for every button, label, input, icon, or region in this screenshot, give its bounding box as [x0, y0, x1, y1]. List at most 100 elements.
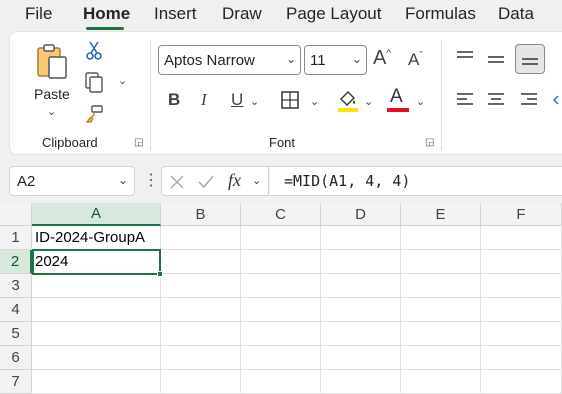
cut-button[interactable]: [82, 38, 106, 62]
column-header-f[interactable]: F: [481, 203, 562, 226]
fill-handle[interactable]: [157, 271, 163, 277]
cell-b3[interactable]: [161, 274, 241, 298]
row-header-6[interactable]: 6: [0, 346, 32, 370]
font-size-combo[interactable]: 11 ⌄: [304, 45, 367, 75]
fill-color-chevron-icon[interactable]: ⌄: [364, 95, 373, 108]
cell-a4[interactable]: [32, 298, 161, 322]
increase-font-size-icon[interactable]: A^: [373, 47, 391, 70]
font-launcher-icon[interactable]: ◲: [425, 137, 434, 148]
row-header-3[interactable]: 3: [0, 274, 32, 298]
font-color-chevron-icon[interactable]: ⌄: [416, 95, 425, 108]
paste-button[interactable]: [32, 42, 72, 82]
cell-f7[interactable]: [481, 370, 562, 394]
cell-d3[interactable]: [321, 274, 401, 298]
cell-b5[interactable]: [161, 322, 241, 346]
cell-b4[interactable]: [161, 298, 241, 322]
name-box[interactable]: A2 ⌄: [9, 166, 135, 196]
cell-b1[interactable]: [161, 226, 241, 250]
cell-d4[interactable]: [321, 298, 401, 322]
cell-b2[interactable]: [161, 250, 241, 274]
cell-a7[interactable]: [32, 370, 161, 394]
row-header-2[interactable]: 2: [0, 250, 32, 274]
column-header-a[interactable]: A: [32, 203, 161, 226]
column-header-d[interactable]: D: [321, 203, 401, 226]
insert-function-button[interactable]: fx: [228, 170, 241, 191]
cell-f4[interactable]: [481, 298, 562, 322]
cell-f3[interactable]: [481, 274, 562, 298]
cell-c4[interactable]: [241, 298, 321, 322]
paste-label[interactable]: Paste: [34, 86, 70, 102]
align-left-button[interactable]: [453, 88, 477, 112]
cell-e1[interactable]: [401, 226, 481, 250]
cell-d5[interactable]: [321, 322, 401, 346]
cell-b6[interactable]: [161, 346, 241, 370]
cell-f6[interactable]: [481, 346, 562, 370]
cell-f1[interactable]: [481, 226, 562, 250]
fill-color-button[interactable]: [335, 86, 361, 114]
select-all-corner[interactable]: [0, 203, 32, 226]
tab-insert[interactable]: Insert: [154, 4, 197, 24]
font-size-chevron-icon[interactable]: ⌄: [352, 52, 362, 66]
align-right-button[interactable]: [517, 88, 541, 112]
fx-chevron-icon[interactable]: ⌄: [252, 174, 261, 187]
cell-c6[interactable]: [241, 346, 321, 370]
name-box-chevron-icon[interactable]: ⌄: [118, 173, 128, 187]
cell-e4[interactable]: [401, 298, 481, 322]
cell-d1[interactable]: [321, 226, 401, 250]
cell-d6[interactable]: [321, 346, 401, 370]
cell-a3[interactable]: [32, 274, 161, 298]
cell-e7[interactable]: [401, 370, 481, 394]
more-options-icon[interactable]: ⋮: [143, 170, 159, 190]
cell-a5[interactable]: [32, 322, 161, 346]
decrease-indent-button[interactable]: [550, 88, 562, 112]
decrease-font-size-icon[interactable]: Aˇ: [408, 50, 423, 70]
bold-button[interactable]: B: [168, 90, 180, 110]
copy-dropdown-chevron-icon[interactable]: ⌄: [118, 74, 127, 87]
cancel-entry-icon[interactable]: [169, 174, 185, 190]
clipboard-launcher-icon[interactable]: ◲: [134, 137, 143, 148]
tab-file[interactable]: File: [25, 4, 52, 24]
cell-b7[interactable]: [161, 370, 241, 394]
cell-f2[interactable]: [481, 250, 562, 274]
cell-c5[interactable]: [241, 322, 321, 346]
font-name-chevron-icon[interactable]: ⌄: [286, 52, 296, 66]
cell-e5[interactable]: [401, 322, 481, 346]
underline-chevron-icon[interactable]: ⌄: [250, 95, 259, 108]
font-color-button[interactable]: A: [386, 86, 410, 114]
column-header-b[interactable]: B: [161, 203, 241, 226]
cell-d2[interactable]: [321, 250, 401, 274]
italic-button[interactable]: I: [201, 90, 207, 110]
borders-button[interactable]: [278, 88, 302, 112]
format-painter-button[interactable]: [82, 102, 106, 126]
align-center-button[interactable]: [484, 88, 508, 112]
cell-c7[interactable]: [241, 370, 321, 394]
column-header-c[interactable]: C: [241, 203, 321, 226]
row-header-4[interactable]: 4: [0, 298, 32, 322]
cell-c1[interactable]: [241, 226, 321, 250]
cell-a6[interactable]: [32, 346, 161, 370]
column-header-e[interactable]: E: [401, 203, 481, 226]
cell-a2[interactable]: 2024: [32, 250, 161, 274]
row-header-7[interactable]: 7: [0, 370, 32, 394]
cell-c2[interactable]: [241, 250, 321, 274]
underline-button[interactable]: U: [231, 90, 243, 110]
align-top-button[interactable]: [453, 46, 477, 70]
row-header-1[interactable]: 1: [0, 226, 32, 250]
paste-dropdown-chevron-icon[interactable]: ⌄: [47, 105, 56, 118]
font-name-combo[interactable]: Aptos Narrow ⌄: [158, 45, 301, 75]
row-header-5[interactable]: 5: [0, 322, 32, 346]
formula-input[interactable]: =MID(A1, 4, 4): [270, 166, 562, 196]
cell-f5[interactable]: [481, 322, 562, 346]
cell-d7[interactable]: [321, 370, 401, 394]
tab-formulas[interactable]: Formulas: [405, 4, 476, 24]
borders-chevron-icon[interactable]: ⌄: [310, 95, 319, 108]
cell-e6[interactable]: [401, 346, 481, 370]
cell-e2[interactable]: [401, 250, 481, 274]
cell-a1[interactable]: ID-2024-GroupA: [32, 226, 161, 250]
confirm-entry-icon[interactable]: [197, 174, 215, 190]
tab-draw[interactable]: Draw: [222, 4, 262, 24]
tab-data[interactable]: Data: [498, 4, 534, 24]
copy-button[interactable]: [82, 70, 106, 94]
cell-c3[interactable]: [241, 274, 321, 298]
align-bottom-button[interactable]: [515, 44, 545, 74]
